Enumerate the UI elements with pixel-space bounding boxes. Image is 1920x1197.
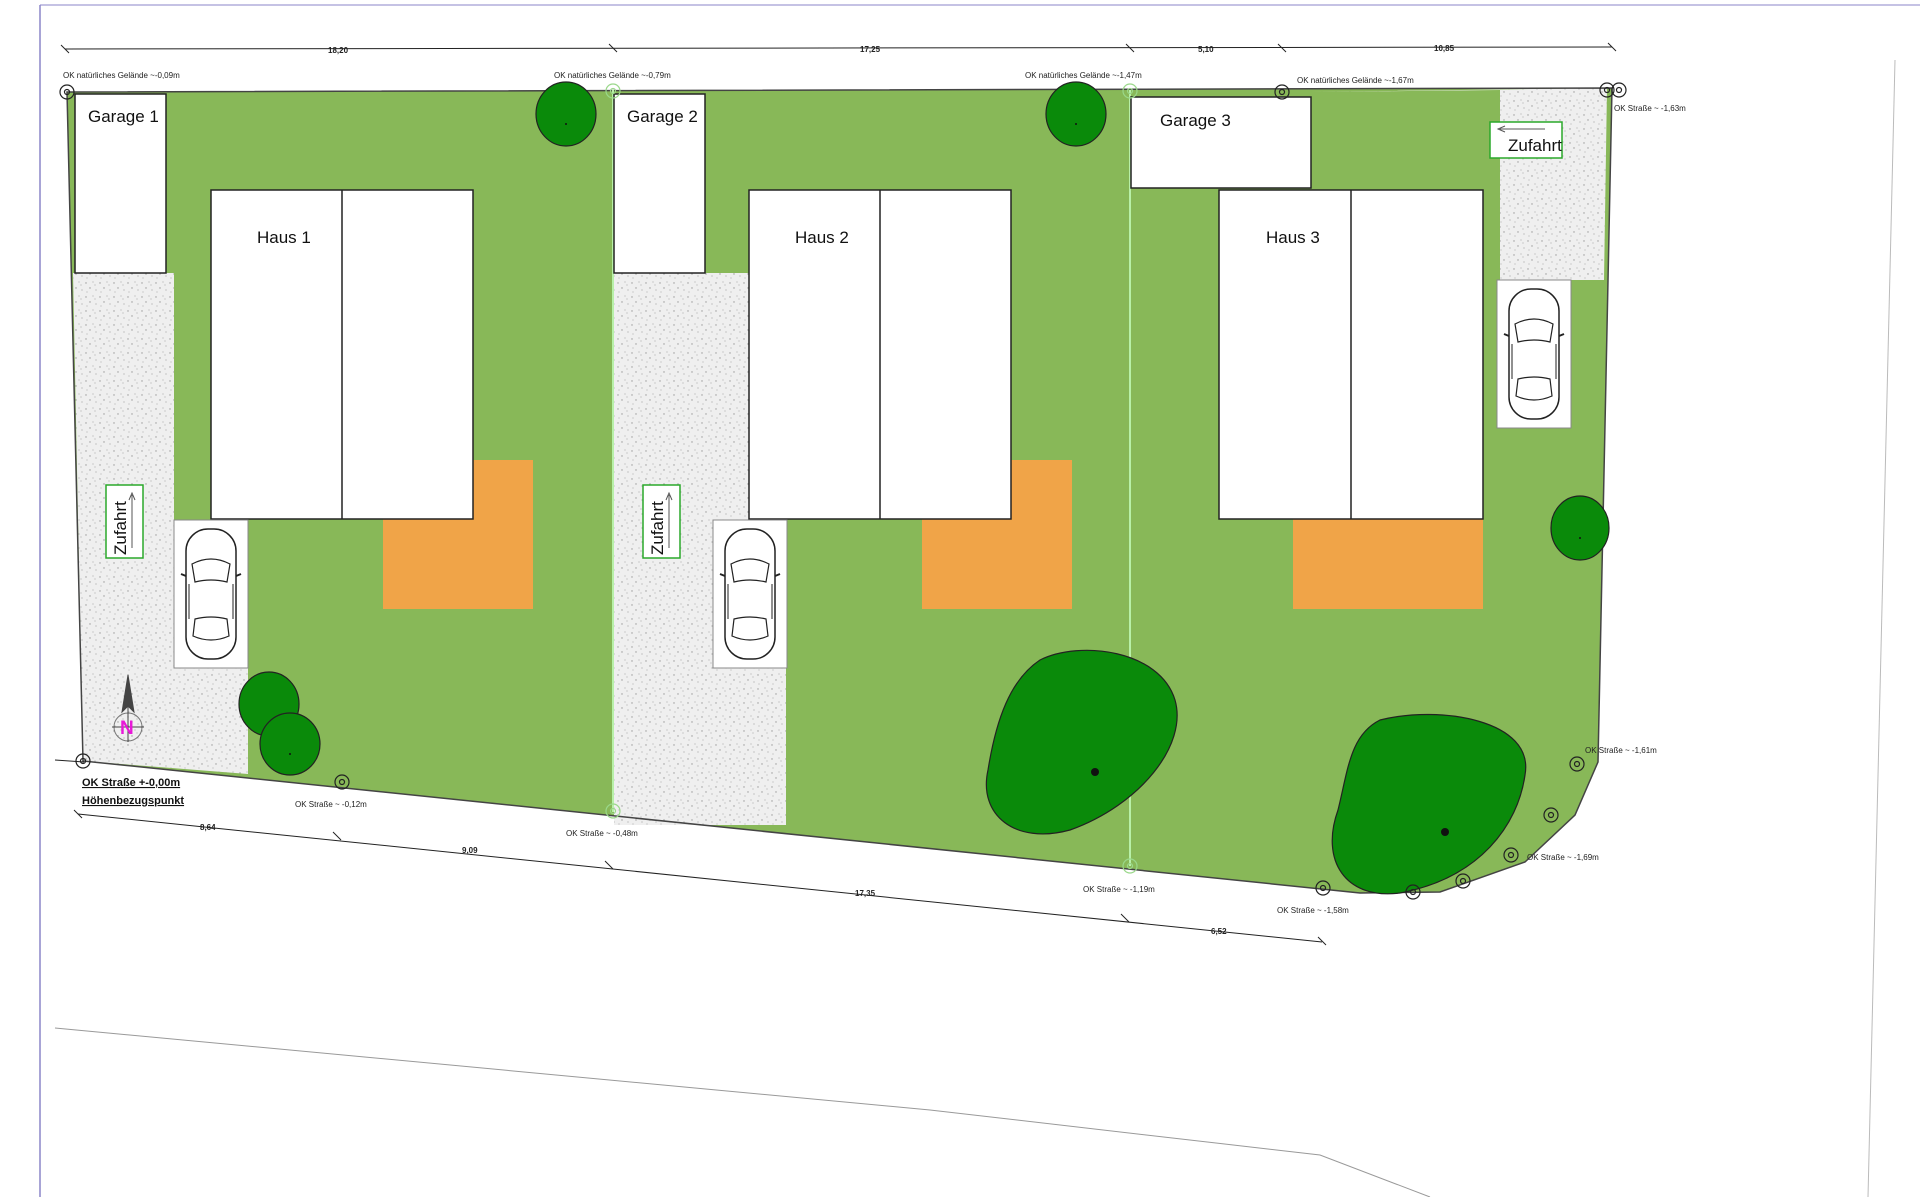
north-label: N bbox=[120, 718, 134, 739]
car-icon bbox=[180, 528, 242, 660]
elevation-s1: OK Straße ~ -0,12m bbox=[295, 800, 367, 809]
access-sign-2: Zufahrt bbox=[642, 484, 681, 559]
house-3: Haus 3 bbox=[1218, 189, 1484, 520]
elevation-s4: OK Straße ~ -1,58m bbox=[1277, 906, 1349, 915]
elevation-s6: OK Straße ~ -1,61m bbox=[1585, 746, 1657, 755]
tree-icon bbox=[535, 81, 597, 147]
dimension-line-top bbox=[60, 42, 1617, 54]
elevation-s-top-right: OK Straße ~ -1,63m bbox=[1614, 104, 1686, 113]
garage-3: Garage 3 bbox=[1130, 96, 1312, 189]
reference-leader bbox=[54, 759, 85, 763]
dim-top-4: 10,85 bbox=[1434, 44, 1455, 53]
dim-top-3: 5,10 bbox=[1198, 45, 1214, 54]
elevation-s2: OK Straße ~ -0,48m bbox=[566, 829, 638, 838]
house-2-label: Haus 2 bbox=[795, 228, 849, 247]
reference-line-1: OK Straße +-0,00m bbox=[82, 777, 180, 789]
house-1: Haus 1 bbox=[210, 189, 474, 520]
road-edge-line bbox=[54, 1027, 1431, 1197]
access-sign-1: Zufahrt bbox=[105, 484, 144, 559]
elevation-g4: OK natürliches Gelände ~-1,67m bbox=[1297, 76, 1414, 85]
dim-bottom-3: 17,35 bbox=[855, 889, 876, 898]
elevation-g3: OK natürliches Gelände ~-1,47m bbox=[1025, 71, 1142, 80]
parking-spot-2 bbox=[712, 519, 788, 669]
terrace-3 bbox=[1293, 518, 1483, 609]
car-icon bbox=[1503, 288, 1565, 420]
parking-spot-3 bbox=[1496, 279, 1572, 429]
garage-1-label: Garage 1 bbox=[88, 107, 159, 126]
access-sign-3-label: Zufahrt bbox=[1508, 136, 1562, 155]
reference-line-2: Höhenbezugspunkt bbox=[82, 795, 184, 807]
car-icon bbox=[719, 528, 781, 660]
elevation-g1: OK natürliches Gelände ~-0,09m bbox=[63, 71, 180, 80]
garage-2-label: Garage 2 bbox=[627, 107, 698, 126]
dim-top-2: 17,25 bbox=[860, 45, 881, 54]
garage-3-label: Garage 3 bbox=[1160, 111, 1231, 130]
elevation-s3: OK Straße ~ -1,19m bbox=[1083, 885, 1155, 894]
dim-bottom-4: 6,52 bbox=[1211, 927, 1227, 936]
access-sign-3: Zufahrt bbox=[1489, 121, 1563, 159]
dim-bottom-2: 9,09 bbox=[462, 846, 478, 855]
tree-icon bbox=[259, 712, 321, 776]
house-2: Haus 2 bbox=[748, 189, 1012, 520]
access-sign-2-label: Zufahrt bbox=[648, 501, 667, 555]
garage-2: Garage 2 bbox=[613, 93, 706, 274]
dim-bottom-1: 8,64 bbox=[200, 823, 216, 832]
dim-top-1: 18,20 bbox=[328, 46, 349, 55]
frame-right-sketch bbox=[1867, 59, 1896, 1197]
elevation-s5: OK Straße ~ -1,69m bbox=[1527, 853, 1599, 862]
house-1-label: Haus 1 bbox=[257, 228, 311, 247]
access-sign-1-label: Zufahrt bbox=[111, 501, 130, 555]
garage-1: Garage 1 bbox=[74, 93, 167, 274]
tree-icon bbox=[1550, 495, 1610, 561]
site-plan: Haus 1 Haus 2 Haus 3 Garage 1 Garage 2 G… bbox=[39, 4, 1920, 1197]
tree-icon bbox=[1045, 81, 1107, 147]
elevation-g2: OK natürliches Gelände ~-0,79m bbox=[554, 71, 671, 80]
house-3-label: Haus 3 bbox=[1266, 228, 1320, 247]
parking-spot-1 bbox=[173, 519, 249, 669]
